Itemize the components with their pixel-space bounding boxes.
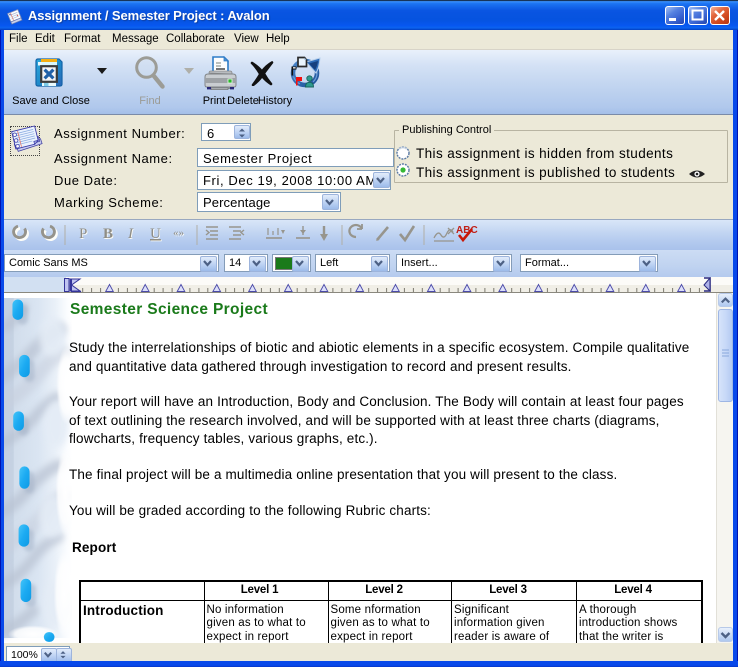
svg-text:P: P [79, 226, 87, 242]
svg-text:I: I [127, 226, 134, 242]
svg-text:«»: «» [173, 227, 184, 239]
svg-text:U: U [150, 226, 161, 242]
svg-text:B: B [103, 226, 113, 242]
